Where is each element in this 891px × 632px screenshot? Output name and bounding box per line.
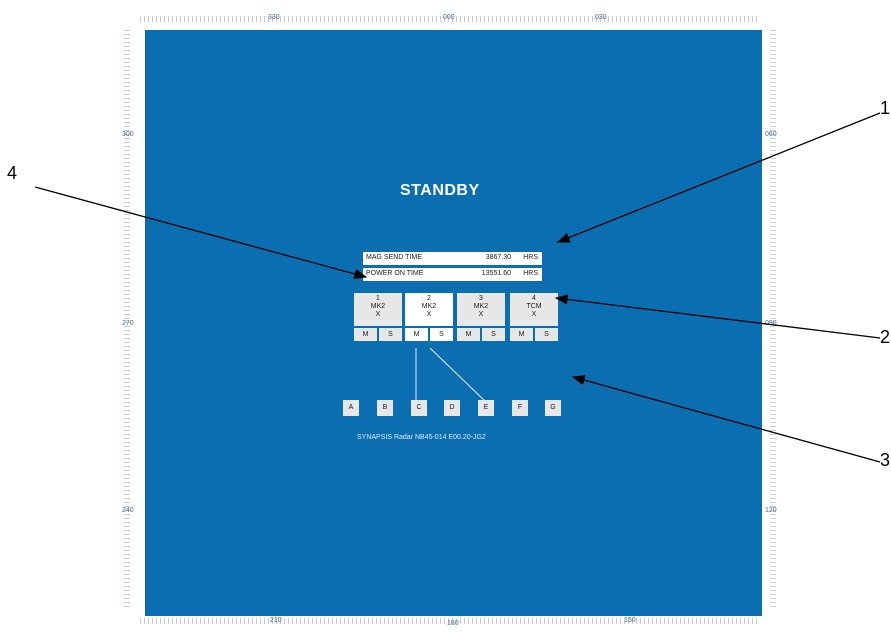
callout-arrow-3: [571, 375, 881, 463]
callout-arrow-2: [554, 294, 881, 339]
callout-label-4: 4: [7, 163, 18, 183]
connector-line: [429, 347, 487, 403]
annotation-overlay: [34, 112, 881, 463]
callout-arrow-4: [34, 186, 368, 279]
callout-label-1: 1: [880, 98, 891, 118]
callout-label-2: 2: [880, 327, 891, 347]
callout-arrow-1: [556, 112, 881, 243]
callout-label-3: 3: [880, 450, 891, 470]
